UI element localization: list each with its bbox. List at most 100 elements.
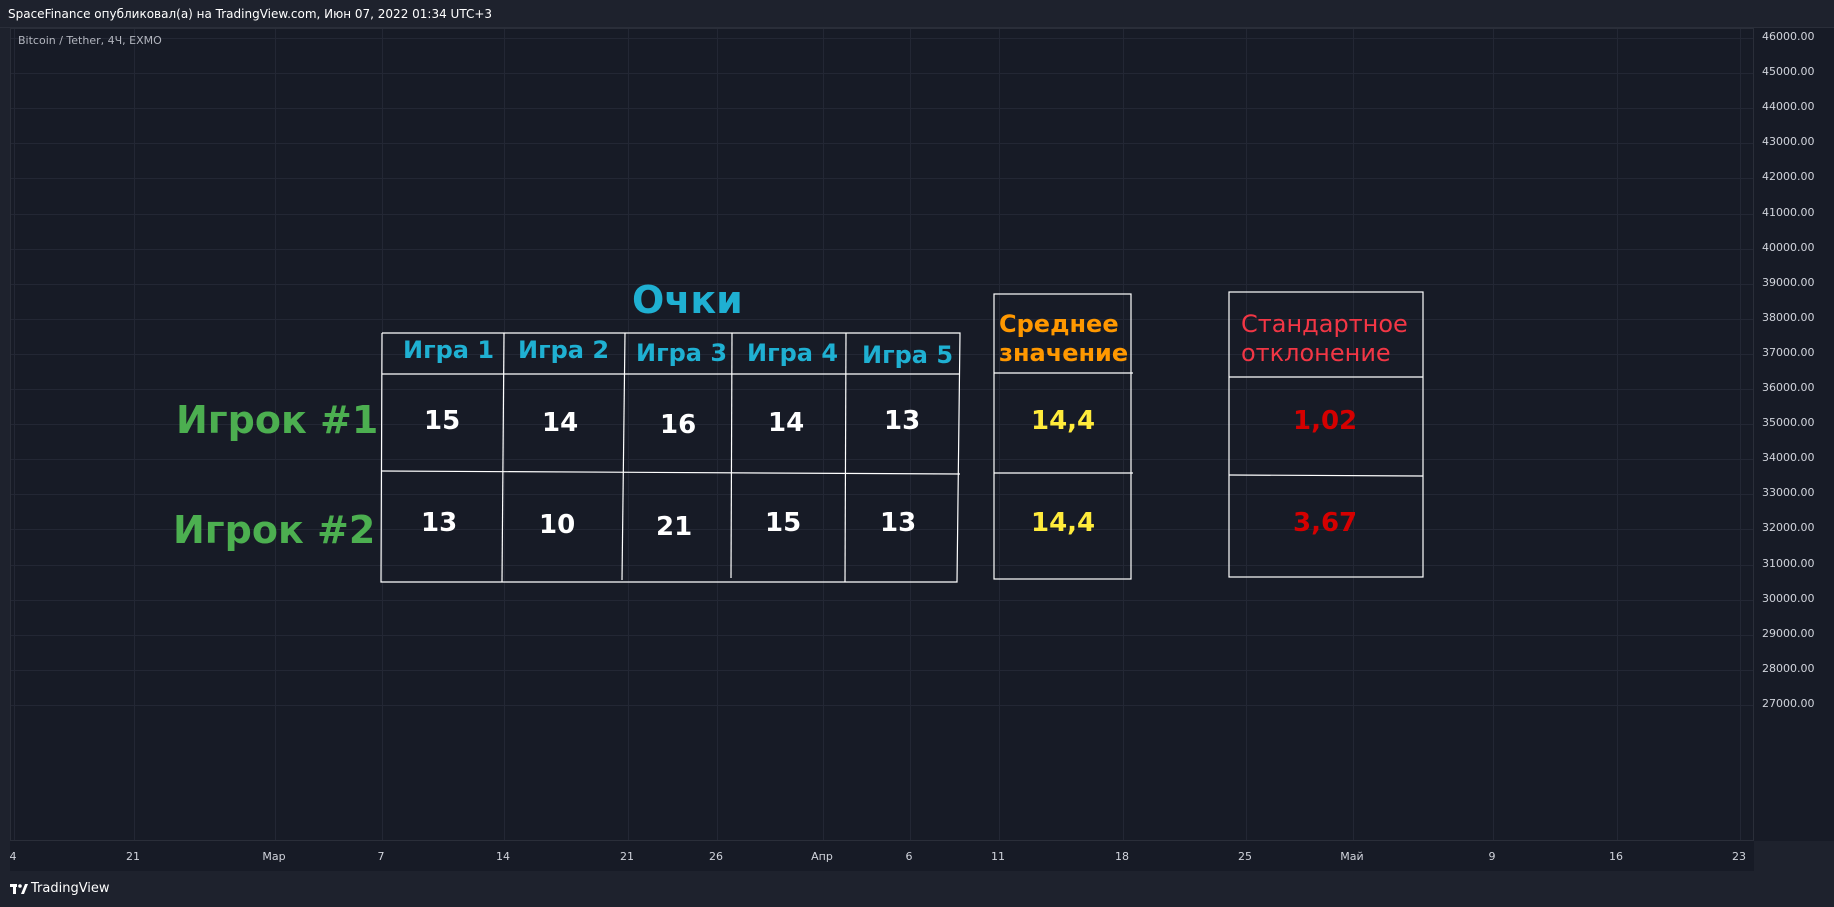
- price-tick: 27000.00: [1762, 696, 1815, 710]
- grid-line-vertical: [14, 29, 15, 840]
- time-tick: 23: [1732, 850, 1746, 863]
- time-tick: 7: [377, 850, 385, 863]
- game-4-header: Игра 4: [747, 339, 839, 367]
- score-cell: 13: [884, 406, 921, 436]
- mean-value-player-2: 14,4: [1031, 508, 1096, 538]
- time-tick: 14: [496, 850, 510, 863]
- mean-header-line-2: значение: [999, 339, 1129, 367]
- score-cell: 21: [656, 512, 693, 542]
- grid-line-vertical: [504, 29, 505, 840]
- score-cell: 14: [542, 408, 579, 438]
- sd-header: Стандартное отклонение: [1241, 310, 1408, 368]
- time-tick: 11: [991, 850, 1005, 863]
- sd-value-player-1: 1,02: [1293, 406, 1358, 436]
- price-tick: 29000.00: [1762, 626, 1815, 640]
- time-tick: 16: [1609, 850, 1623, 863]
- grid-line-horizontal: [11, 143, 1753, 145]
- price-tick: 40000.00: [1762, 240, 1815, 254]
- score-cell: 15: [765, 508, 802, 538]
- brand-name[interactable]: TradingView: [31, 881, 110, 896]
- grid-line-vertical: [382, 29, 383, 840]
- game-5-header: Игра 5: [862, 341, 954, 369]
- grid-line-horizontal: [11, 459, 1753, 461]
- footer-bar: TradingView: [0, 871, 1834, 907]
- grid-line-horizontal: [11, 178, 1753, 180]
- grid-line-horizontal: [11, 108, 1753, 110]
- tradingview-logo-icon[interactable]: [10, 882, 28, 896]
- grid-line-vertical: [1123, 29, 1124, 840]
- price-tick: 28000.00: [1762, 661, 1815, 675]
- price-tick: 45000.00: [1762, 65, 1815, 79]
- grid-line-horizontal: [11, 213, 1753, 215]
- price-tick: 34000.00: [1762, 451, 1815, 465]
- price-tick: 41000.00: [1762, 205, 1815, 219]
- mean-header-line-1: Среднее: [999, 310, 1119, 338]
- price-tick: 46000.00: [1762, 30, 1815, 43]
- publish-info-text: SpaceFinance опубликовал(а) на TradingVi…: [8, 7, 493, 21]
- price-tick: 42000.00: [1762, 170, 1815, 184]
- grid-line-vertical: [823, 29, 824, 840]
- price-tick: 35000.00: [1762, 416, 1815, 430]
- time-tick: Апр: [811, 850, 833, 863]
- time-tick: 9: [1488, 850, 1496, 863]
- sd-header-line-1: Стандартное: [1241, 310, 1408, 338]
- player-2-label: Игрок #2: [173, 508, 376, 552]
- price-axis[interactable]: 46000.00 45000.00 44000.00 43000.00 42000.00…: [1754, 28, 1834, 841]
- publish-info-bar: SpaceFinance опубликовал(а) на TradingVi…: [0, 0, 1834, 28]
- price-tick: 37000.00: [1762, 345, 1815, 359]
- grid-line-vertical: [999, 29, 1000, 840]
- time-tick: 25: [1238, 850, 1252, 863]
- price-tick: 33000.00: [1762, 486, 1815, 500]
- price-tick: 43000.00: [1762, 135, 1815, 149]
- time-tick: 18: [1115, 850, 1129, 863]
- mean-header: Среднее значение: [999, 310, 1128, 368]
- grid-line-vertical: [1493, 29, 1494, 840]
- price-tick: 36000.00: [1762, 381, 1815, 394]
- time-tick: Мар: [262, 850, 286, 863]
- grid-line-vertical: [717, 29, 718, 840]
- price-tick: 32000.00: [1762, 521, 1815, 535]
- points-title: Очки: [632, 278, 743, 322]
- grid-line-vertical: [628, 29, 629, 840]
- grid-line-vertical: [134, 29, 135, 840]
- grid-line-horizontal: [11, 248, 1753, 250]
- time-tick: 21: [620, 850, 634, 863]
- score-cell: 15: [424, 406, 461, 436]
- grid-line-horizontal: [11, 389, 1753, 390]
- grid-line-vertical: [1246, 29, 1247, 840]
- grid-line-horizontal: [11, 704, 1753, 706]
- time-tick: 4: [9, 850, 17, 863]
- grid-line-horizontal: [11, 318, 1753, 320]
- price-tick: 39000.00: [1762, 275, 1815, 289]
- game-3-header: Игра 3: [636, 339, 728, 367]
- grid-line-horizontal: [11, 564, 1753, 566]
- sd-header-line-2: отклонение: [1241, 339, 1391, 367]
- grid-line-vertical: [1740, 29, 1741, 840]
- mean-value-player-1: 14,4: [1031, 406, 1096, 436]
- time-axis[interactable]: 4 21 Мар 7 14 21 26 Апр 6 11 18 25 Май 9 16 23: [10, 841, 1754, 871]
- grid-line-horizontal: [11, 73, 1753, 75]
- score-cell: 13: [421, 508, 458, 538]
- time-tick: Май: [1340, 850, 1364, 863]
- score-cell: 14: [768, 408, 805, 438]
- grid-line-horizontal: [11, 634, 1753, 636]
- grid-line-horizontal: [11, 599, 1753, 601]
- price-tick: 44000.00: [1762, 100, 1815, 114]
- symbol-label[interactable]: Bitcoin / Tether, 4Ч, EXMO: [18, 34, 162, 47]
- time-tick: 21: [126, 850, 140, 863]
- game-1-header: Игра 1: [403, 336, 495, 364]
- time-tick: 6: [905, 850, 913, 863]
- score-cell: 16: [660, 410, 697, 440]
- time-tick: 26: [709, 850, 723, 863]
- price-tick: 30000.00: [1762, 591, 1815, 605]
- grid-line-horizontal: [11, 283, 1753, 285]
- price-tick: 31000.00: [1762, 556, 1815, 570]
- score-cell: 10: [539, 510, 576, 540]
- score-cell: 13: [880, 508, 917, 538]
- game-2-header: Игра 2: [518, 336, 610, 364]
- grid-line-horizontal: [11, 38, 1753, 39]
- grid-line-horizontal: [11, 494, 1753, 496]
- grid-line-vertical: [1617, 29, 1618, 840]
- sd-value-player-2: 3,67: [1293, 508, 1358, 538]
- price-tick: 38000.00: [1762, 310, 1815, 324]
